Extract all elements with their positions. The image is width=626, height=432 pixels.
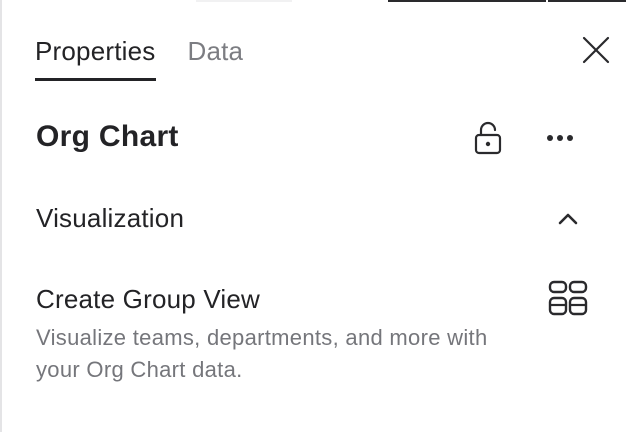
tab-properties[interactable]: Properties [35, 34, 156, 81]
chevron-up-icon[interactable] [554, 206, 582, 230]
group-view-title: Create Group View [36, 284, 261, 314]
top-divider [196, 0, 292, 2]
lock-toggle-button[interactable] [472, 120, 504, 156]
tab-data[interactable]: Data [188, 34, 244, 81]
page-title: Org Chart [36, 120, 179, 153]
close-button[interactable] [580, 34, 612, 66]
top-divider [388, 0, 626, 2]
title-row: Org Chart [36, 116, 582, 162]
section-title: Visualization [36, 203, 185, 233]
properties-panel: Properties Data Org Chart Visualization [0, 0, 626, 432]
close-icon [582, 36, 610, 64]
visualization-section-header[interactable]: Visualization [36, 200, 582, 240]
more-options-button[interactable] [542, 124, 578, 152]
panel-tabs: Properties Data [35, 34, 243, 81]
create-group-view-button[interactable] [548, 280, 588, 318]
more-horizontal-icon [547, 135, 573, 141]
grid-layout-icon [548, 280, 588, 316]
group-view-description: Visualize teams, departments, and more w… [36, 325, 488, 382]
unlock-icon [474, 121, 502, 155]
top-divider-gap [546, 0, 548, 2]
